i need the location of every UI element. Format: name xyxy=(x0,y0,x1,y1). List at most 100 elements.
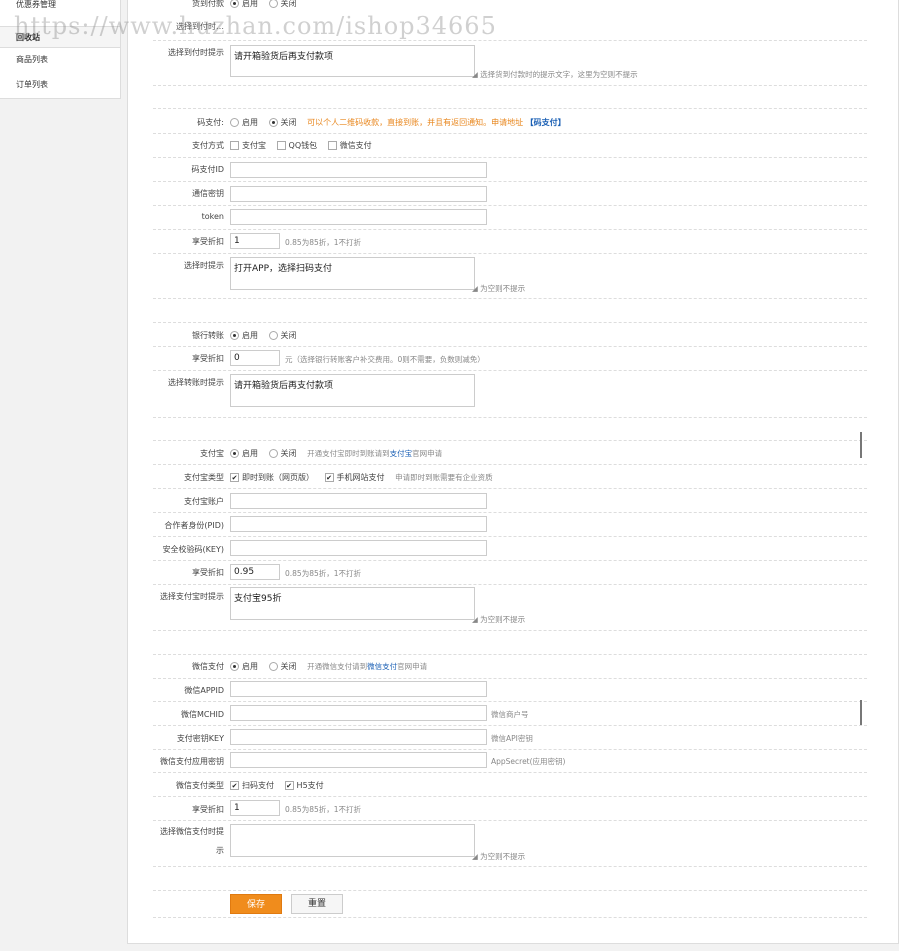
cod-hidden-label: 选择到付时… xyxy=(176,22,224,31)
resize-handle-icon: ◢ xyxy=(472,70,481,79)
alipay-discount-hint: 0.85为85折，1不打折 xyxy=(285,569,362,578)
bank-on-radio[interactable]: 启用 xyxy=(230,330,258,341)
cod-tip-hint: ◢ 选择货到付款时的提示文字，这里为空则不提示 xyxy=(472,70,638,79)
codepay-tip-label: 选择时提示 xyxy=(184,261,224,270)
bank-discount-input[interactable]: 0 xyxy=(230,350,280,366)
alipay-pid-input[interactable] xyxy=(230,516,487,532)
codepay-method-label: 支付方式 xyxy=(192,141,224,150)
radio-on-icon xyxy=(230,0,239,8)
wechat-type-h5-checkbox[interactable]: ✔ H5支付 xyxy=(284,780,324,791)
alipay-tip-textarea[interactable]: 支付宝95折 xyxy=(230,587,475,620)
codepay-method-alipay-checkbox[interactable]: 支付宝 xyxy=(230,140,266,151)
codepay-key-input[interactable] xyxy=(230,186,487,202)
codepay-discount-hint: 0.85为85折，1不打折 xyxy=(285,238,362,247)
codepay-on-radio[interactable]: 启用 xyxy=(230,117,258,128)
alipay-discount-label: 享受折扣 xyxy=(192,568,224,577)
resize-handle-icon: ◢ xyxy=(472,852,481,861)
wechat-appid-label: 微信APPID xyxy=(184,686,224,695)
codepay-method-wechat-checkbox[interactable]: 微信支付 xyxy=(327,140,372,151)
wechat-key-hint: 微信API密钥 xyxy=(491,734,533,743)
alipay-off-radio[interactable]: 关闭 xyxy=(268,448,297,459)
wechat-key-input[interactable] xyxy=(230,729,487,745)
codepay-key-label: 通信密钥 xyxy=(192,189,224,198)
wechat-secret-label: 微信支付应用密钥 xyxy=(160,757,224,766)
cod-label: 货到付款 xyxy=(192,0,224,8)
codepay-id-input[interactable] xyxy=(230,162,487,178)
codepay-token-label: token xyxy=(201,212,224,221)
radio-on-icon xyxy=(230,449,239,458)
wechat-mchid-input[interactable] xyxy=(230,705,487,721)
wechat-tip-label-line2: 示 xyxy=(216,846,224,855)
wechat-tip-hint: ◢ 为空则不提示 xyxy=(472,852,526,861)
alipay-account-input[interactable] xyxy=(230,493,487,509)
bank-tip-textarea[interactable]: 请开箱验货后再支付款项 xyxy=(230,374,475,407)
bank-discount-label: 享受折扣 xyxy=(192,354,224,363)
alipay-tip-label: 选择支付宝时提示 xyxy=(160,592,224,601)
wechat-secret-input[interactable] xyxy=(230,752,487,768)
alipay-notice: 开通支付宝即时到账请到支付宝官网申请 xyxy=(307,449,443,458)
alipay-key-input[interactable] xyxy=(230,540,487,556)
sidebar-item-order-list[interactable]: 订单列表 xyxy=(0,74,120,96)
cod-tip-textarea[interactable]: 请开箱验货后再支付款项 xyxy=(230,45,475,77)
codepay-link[interactable]: 【码支付】 xyxy=(526,118,566,127)
checkbox-icon xyxy=(327,141,337,150)
wechat-mchid-label: 微信MCHID xyxy=(180,710,224,719)
alipay-discount-input[interactable]: 0.95 xyxy=(230,564,280,580)
bank-off-radio[interactable]: 关闭 xyxy=(268,330,297,341)
cod-off-radio[interactable]: 关闭 xyxy=(268,0,297,9)
alipay-label: 支付宝 xyxy=(200,449,224,458)
wechat-appid-input[interactable] xyxy=(230,681,487,697)
codepay-token-input[interactable] xyxy=(230,209,487,225)
checkmark-icon: ✔ xyxy=(230,473,239,482)
wechat-official-link[interactable]: 微信支付 xyxy=(367,662,397,671)
radio-off-icon xyxy=(268,0,278,8)
wechat-type-label: 微信支付类型 xyxy=(176,781,224,790)
alipay-key-label: 安全校验码(KEY) xyxy=(162,545,224,554)
alipay-pid-label: 合作者身份(PID) xyxy=(164,521,224,530)
wechat-on-radio[interactable]: 启用 xyxy=(230,661,258,672)
codepay-id-label: 码支付ID xyxy=(191,165,224,174)
alipay-on-radio[interactable]: 启用 xyxy=(230,448,258,459)
wechat-discount-label: 享受折扣 xyxy=(192,805,224,814)
cod-on-radio[interactable]: 启用 xyxy=(230,0,258,9)
bank-tip-label: 选择转账时提示 xyxy=(168,378,224,387)
codepay-method-qq-checkbox[interactable]: QQ钱包 xyxy=(276,140,317,151)
alipay-account-label: 支付宝账户 xyxy=(184,497,224,506)
codepay-notice: 可以个人二维码收款，直接到账，并且有返回通知。申请地址 xyxy=(307,118,524,127)
wechat-notice: 开通微信支付请到微信支付官网申请 xyxy=(307,662,428,671)
checkmark-icon: ✔ xyxy=(324,473,334,482)
wechat-off-radio[interactable]: 关闭 xyxy=(268,661,297,672)
resize-handle-icon: ◢ xyxy=(472,615,481,624)
radio-off-icon xyxy=(230,118,239,127)
wechat-secret-hint: AppSecret(应用密钥) xyxy=(491,757,566,766)
save-button[interactable]: 保存 xyxy=(230,894,282,914)
radio-off-icon xyxy=(268,331,278,340)
codepay-discount-label: 享受折扣 xyxy=(192,237,224,246)
codepay-label: 码支付: xyxy=(197,118,224,127)
wechat-tip-label-line1: 选择微信支付时提 xyxy=(160,827,224,836)
alipay-type-mobile-checkbox[interactable]: ✔ 手机网站支付 xyxy=(324,472,385,483)
codepay-tip-textarea[interactable]: 打开APP，选择扫码支付 xyxy=(230,257,475,290)
codepay-discount-input[interactable]: 1 xyxy=(230,233,280,249)
cod-tip-label: 选择到付时提示 xyxy=(168,48,224,57)
radio-on-icon xyxy=(230,662,239,671)
codepay-off-radio[interactable]: 关闭 xyxy=(268,117,297,128)
checkbox-icon xyxy=(230,141,239,150)
checkbox-icon xyxy=(276,141,286,150)
wechat-discount-hint: 0.85为85折，1不打折 xyxy=(285,805,362,814)
checkmark-icon: ✔ xyxy=(284,781,294,790)
alipay-type-instant-checkbox[interactable]: ✔ 即时到账（网页版） xyxy=(230,472,314,483)
alipay-type-hint: 申请即时到账需要有企业资质 xyxy=(395,473,493,482)
wechat-type-scan-checkbox[interactable]: ✔ 扫码支付 xyxy=(230,780,274,791)
wechat-tip-textarea[interactable] xyxy=(230,824,475,857)
wechat-mchid-hint: 微信商户号 xyxy=(491,710,529,719)
reset-button[interactable]: 重置 xyxy=(291,894,343,914)
wechat-label: 微信支付 xyxy=(192,662,224,671)
checkmark-icon: ✔ xyxy=(230,781,239,790)
resize-handle-icon: ◢ xyxy=(472,284,481,293)
radio-on-icon xyxy=(230,331,239,340)
alipay-official-link[interactable]: 支付宝 xyxy=(390,449,413,458)
codepay-tip-hint: ◢ 为空则不提示 xyxy=(472,284,526,293)
wechat-discount-input[interactable]: 1 xyxy=(230,800,280,816)
alipay-type-label: 支付宝类型 xyxy=(184,473,224,482)
